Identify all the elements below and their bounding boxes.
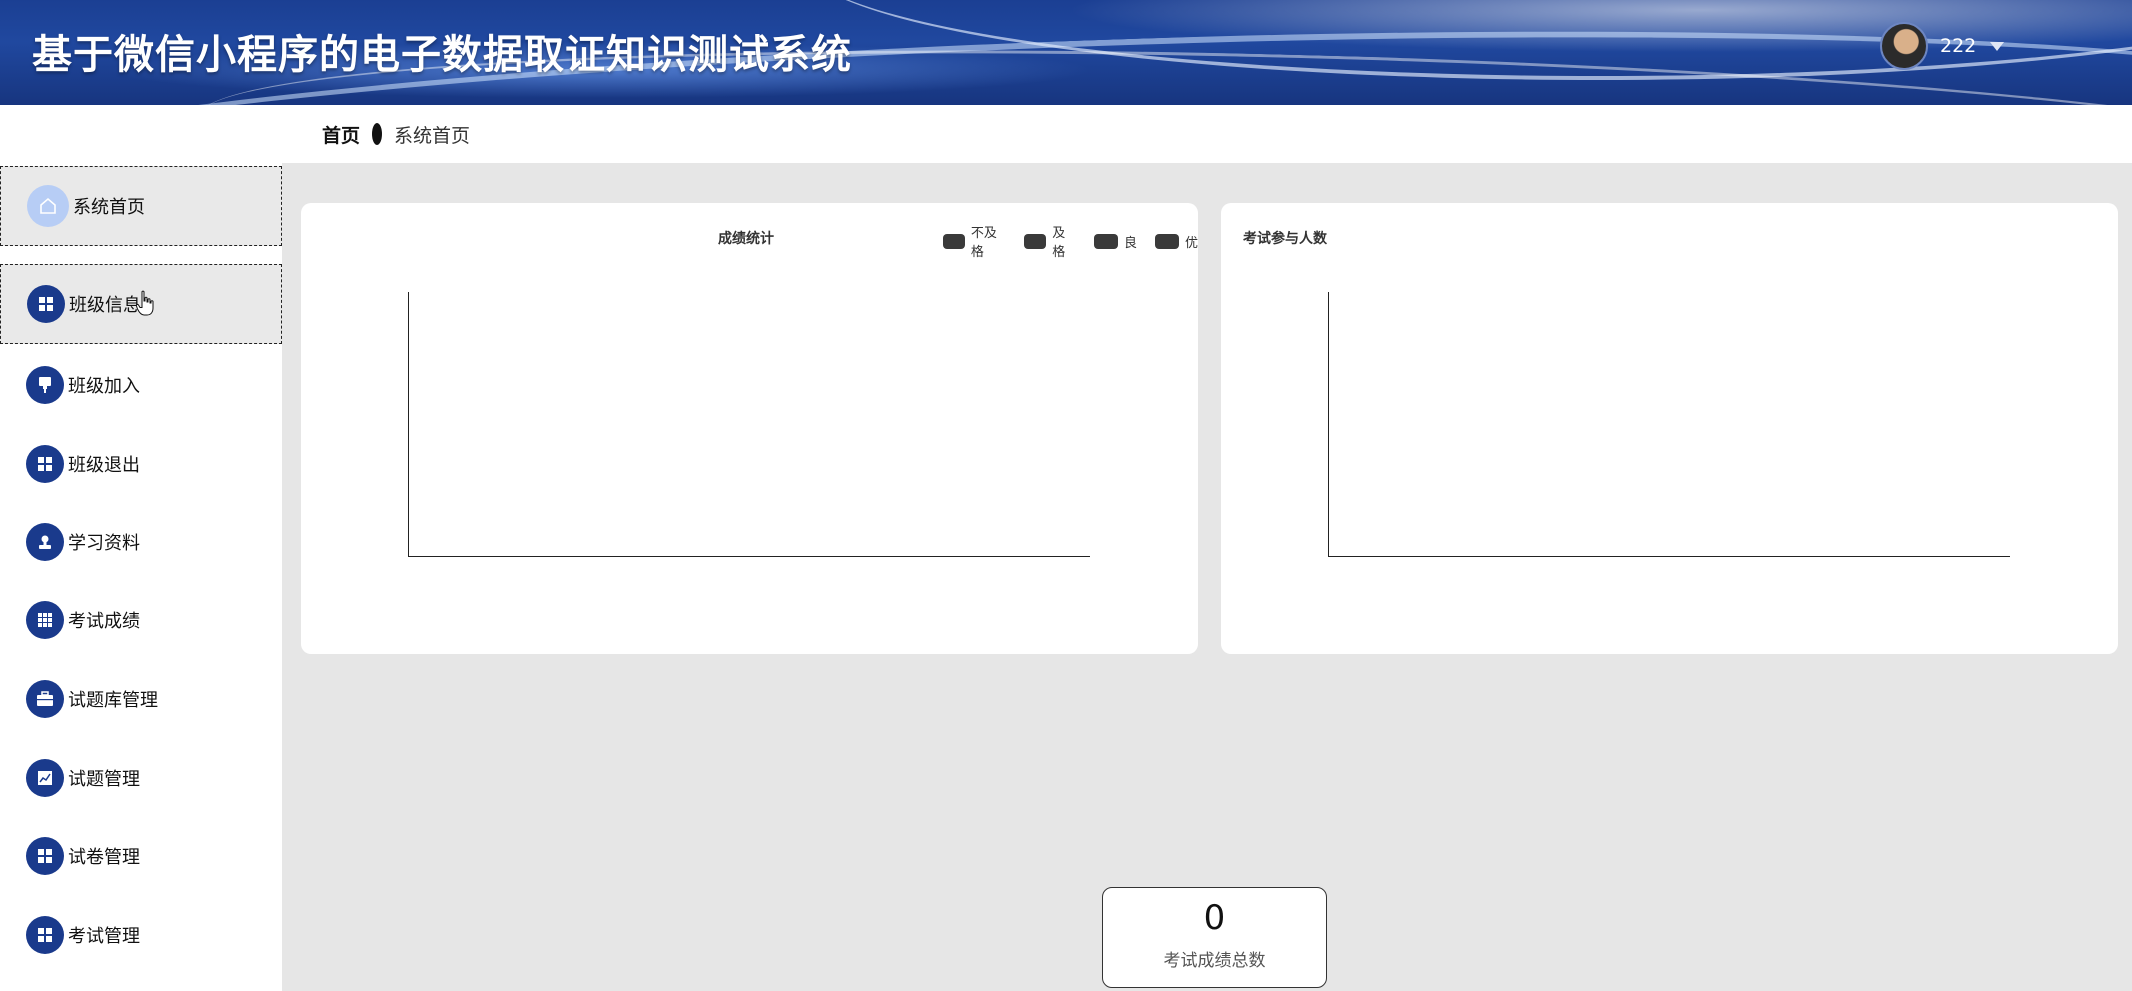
breadcrumb-bar: 首页 系统首页 xyxy=(0,105,2132,163)
exam-score-total-value: 0 xyxy=(1203,898,1226,938)
user-menu[interactable]: 222 xyxy=(1880,22,2005,70)
sidebar-item-label: 试题管理 xyxy=(68,769,140,790)
breadcrumb-separator-icon xyxy=(372,123,383,145)
sidebar-item-label: 班级加入 xyxy=(68,376,140,397)
sidebar-item-paper-manage[interactable]: 试卷管理 xyxy=(0,816,282,896)
score-chart-legend: 不及格 及格 良 优 xyxy=(933,222,1198,260)
username[interactable]: 222 xyxy=(1940,35,1976,57)
sidebar-item-label: 系统首页 xyxy=(73,197,145,218)
sidebar-item-class-quit[interactable]: 班级退出 xyxy=(0,424,282,504)
participants-chart-title: 考试参与人数 xyxy=(1243,231,1327,247)
briefcase-icon xyxy=(26,680,64,718)
legend-label: 良 xyxy=(1123,235,1137,251)
grid-icon xyxy=(26,916,64,954)
exam-score-total-card: 0 考试成绩总数 xyxy=(1102,887,1327,988)
avatar[interactable] xyxy=(1880,22,1928,70)
sidebar-item-class-join[interactable]: 班级加入 xyxy=(0,345,282,425)
sidebar-item-question-bank[interactable]: 试题库管理 xyxy=(0,659,282,739)
user-stamp-icon xyxy=(26,523,64,561)
legend-item-excellent[interactable]: 优 xyxy=(1154,232,1198,251)
participants-chart-card: 考试参与人数 xyxy=(1221,203,2118,654)
legend-item-good[interactable]: 良 xyxy=(1093,232,1137,251)
sidebar-item-label: 学习资料 xyxy=(68,533,140,554)
legend-item-pass[interactable]: 及格 xyxy=(1024,222,1076,260)
legend-swatch xyxy=(1024,233,1047,249)
legend-label: 不及格 xyxy=(970,226,997,260)
home-icon xyxy=(27,185,69,227)
sidebar-item-label: 考试管理 xyxy=(68,926,140,947)
grid-icon xyxy=(27,285,65,323)
sidebar: 系统首页 班级信息 班级加入 班级退出 学习资料 考试成绩 试题库管理 试题管理… xyxy=(0,163,282,991)
sidebar-item-label: 试卷管理 xyxy=(68,847,140,868)
score-chart-title: 成绩统计 xyxy=(718,231,774,247)
legend-swatch xyxy=(1093,233,1118,249)
sidebar-item-exam-scores[interactable]: 考试成绩 xyxy=(0,580,282,660)
sidebar-item-label: 班级信息 xyxy=(69,295,141,316)
x-axis xyxy=(408,556,1090,557)
caret-down-icon[interactable] xyxy=(1990,41,2005,51)
legend-label: 优 xyxy=(1184,235,1198,251)
sidebar-item-label: 试题库管理 xyxy=(68,690,158,711)
breadcrumb-home[interactable]: 首页 xyxy=(322,121,360,148)
chart-icon xyxy=(26,759,64,797)
legend-item-fail[interactable]: 不及格 xyxy=(943,222,1006,260)
legend-swatch xyxy=(1154,233,1179,249)
sidebar-item-question-manage[interactable]: 试题管理 xyxy=(0,738,282,818)
breadcrumb-current: 系统首页 xyxy=(394,124,471,147)
legend-label: 及格 xyxy=(1052,226,1066,260)
grid-icon xyxy=(26,445,64,483)
x-axis xyxy=(1328,556,2010,557)
app-header: 基于微信小程序的电子数据取证知识测试系统 222 xyxy=(0,0,2132,105)
sidebar-item-home[interactable]: 系统首页 xyxy=(0,166,282,246)
grid-icon xyxy=(26,837,64,875)
sidebar-item-label: 班级退出 xyxy=(68,455,140,476)
y-axis xyxy=(1328,292,1329,557)
breadcrumb: 首页 系统首页 xyxy=(322,105,470,163)
exam-score-total-label: 考试成绩总数 xyxy=(1163,951,1266,971)
sidebar-item-label: 考试成绩 xyxy=(68,611,140,632)
sidebar-item-study-materials[interactable]: 学习资料 xyxy=(0,502,282,582)
app-title: 基于微信小程序的电子数据取证知识测试系统 xyxy=(32,32,852,78)
score-chart-card: 成绩统计 不及格 及格 良 优 xyxy=(301,203,1198,654)
sidebar-item-exam-manage[interactable]: 考试管理 xyxy=(0,895,282,975)
hand-cursor-icon xyxy=(136,290,154,316)
legend-swatch xyxy=(943,233,965,249)
table-icon xyxy=(26,601,64,639)
y-axis xyxy=(408,292,409,557)
pin-icon xyxy=(26,366,64,404)
